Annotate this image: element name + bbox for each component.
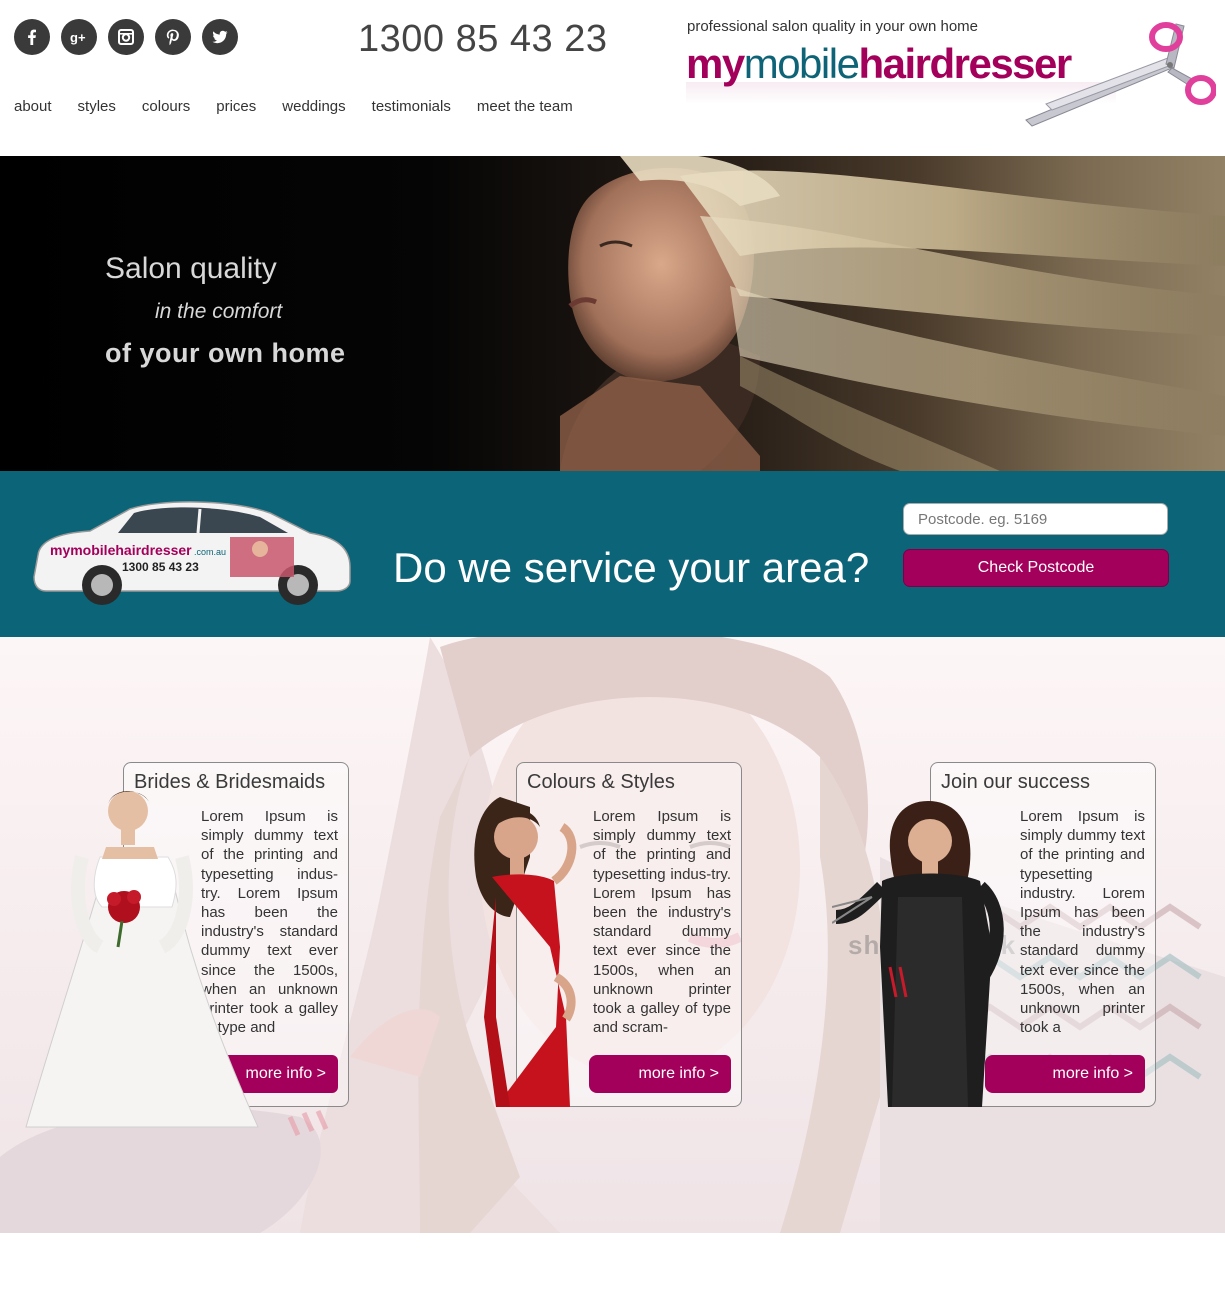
site-header: g+ 1300 85 43 23 about styles colours pr… <box>0 0 1225 156</box>
check-postcode-button[interactable]: Check Postcode <box>903 549 1169 587</box>
hero-banner: Salon quality in the comfort of your own… <box>0 156 1225 471</box>
postcode-input[interactable] <box>903 503 1168 535</box>
more-info-button[interactable]: more info > <box>589 1055 731 1093</box>
nav-colours[interactable]: colours <box>142 98 190 115</box>
bride-image <box>25 791 259 1128</box>
twitter-icon[interactable] <box>202 19 238 55</box>
logo-tagline: professional salon quality in your own h… <box>687 18 978 35</box>
nav-testimonials[interactable]: testimonials <box>372 98 451 115</box>
red-dress-model-image <box>474 797 577 1107</box>
card-body: Lorem Ipsum is simply dummy text of the … <box>593 808 731 1037</box>
card-title: Join our success <box>941 771 1090 793</box>
hairdresser-image <box>832 801 1004 1107</box>
facebook-icon[interactable] <box>14 19 50 55</box>
pinterest-icon[interactable] <box>155 19 191 55</box>
logo-word-my: my <box>686 40 745 87</box>
instagram-icon[interactable] <box>108 19 144 55</box>
google-plus-icon[interactable]: g+ <box>61 19 97 55</box>
car-brand-text: mymobilehairdresser <box>50 542 192 558</box>
main-nav: about styles colours prices weddings tes… <box>14 98 599 115</box>
svg-text:g+: g+ <box>70 30 86 45</box>
service-area-bar: mymobilehairdresser .com.au 1300 85 43 2… <box>0 471 1225 637</box>
nav-styles[interactable]: styles <box>78 98 116 115</box>
branded-car-image: mymobilehairdresser .com.au 1300 85 43 2… <box>33 501 351 605</box>
nav-about[interactable]: about <box>14 98 52 115</box>
card-body: Lorem Ipsum is simply dummy text of the … <box>1020 808 1145 1037</box>
hero-headline-3: of your own home <box>105 338 346 368</box>
scissors-icon <box>1025 22 1216 127</box>
nav-weddings[interactable]: weddings <box>282 98 345 115</box>
logo-wordmark: mymobilehairdresser <box>686 40 1072 88</box>
car-phone-text: 1300 85 43 23 <box>122 560 199 574</box>
car-brand-suffix: .com.au <box>194 547 226 557</box>
service-area-question: Do we service your area? <box>393 544 870 591</box>
social-links: g+ <box>14 19 238 55</box>
logo-word-mobile: mobile <box>743 40 860 87</box>
card-title: Colours & Styles <box>527 771 675 793</box>
hero-headline-1: Salon quality <box>105 252 277 285</box>
nav-prices[interactable]: prices <box>216 98 256 115</box>
feature-section: shutterstock Brides & Bridesmaids Lorem … <box>0 637 1225 1233</box>
hero-headline-2: in the comfort <box>155 300 283 323</box>
nav-meet-the-team[interactable]: meet the team <box>477 98 573 115</box>
site-logo[interactable]: professional salon quality in your own h… <box>686 14 1216 138</box>
phone-number: 1300 85 43 23 <box>358 18 608 60</box>
